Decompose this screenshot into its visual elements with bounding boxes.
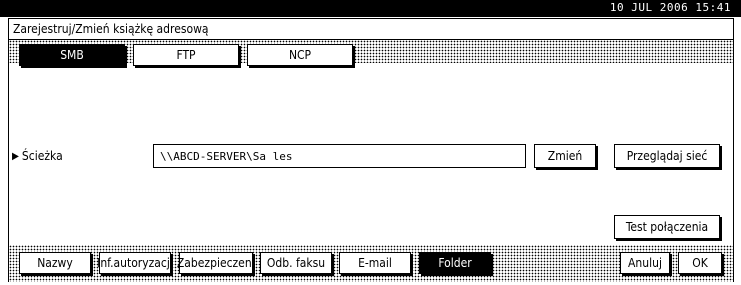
path-label-text: Ścieżka <box>21 149 63 163</box>
status-bar: 10 JUL 2006 15:41 <box>0 0 741 17</box>
datetime: 10 JUL 2006 15:41 <box>609 1 731 14</box>
arrow-right-icon: ▶ <box>12 150 19 162</box>
tab-email[interactable]: E-mail <box>339 252 411 274</box>
tab-fax-destination[interactable]: Odb. faksu <box>260 252 332 274</box>
page-title: Zarejestruj/Zmień książkę adresową <box>13 22 209 36</box>
ok-button[interactable]: OK <box>678 252 722 274</box>
tab-security[interactable]: Zabezpieczen. <box>177 252 255 274</box>
tab-names[interactable]: Nazwy <box>19 252 91 274</box>
path-label: ▶ Ścieżka <box>12 146 63 166</box>
tab-smb[interactable]: SMB <box>19 44 125 66</box>
cancel-button[interactable]: Anuluj <box>620 252 670 274</box>
path-field[interactable]: \\ABCD-SERVER\Sa les <box>153 144 526 168</box>
tab-ncp[interactable]: NCP <box>247 44 353 66</box>
test-connection-button[interactable]: Test połączenia <box>614 215 720 239</box>
tab-ftp[interactable]: FTP <box>133 44 239 66</box>
tab-auth-info[interactable]: Inf.autoryzacji <box>97 252 173 274</box>
browse-network-button[interactable]: Przeglądaj sieć <box>614 144 720 168</box>
tab-folder[interactable]: Folder <box>419 252 491 274</box>
change-button[interactable]: Zmień <box>534 144 596 168</box>
address-book-panel: Zarejestruj/Zmień książkę adresową SMB F… <box>8 18 734 282</box>
